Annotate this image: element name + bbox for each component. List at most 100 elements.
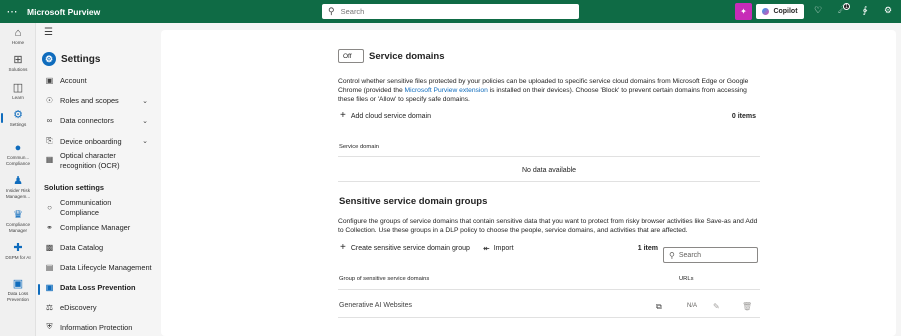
groups-search[interactable]: ⚲ Search	[663, 247, 758, 263]
app-launcher-icon[interactable]: ⋯	[0, 0, 24, 23]
main-area: Off Service domains Control whether sens…	[161, 23, 901, 336]
search-input[interactable]	[340, 7, 561, 16]
nav-item-info-protection[interactable]: ⛨ Information Protection	[44, 322, 158, 332]
column-header-service-domain[interactable]: Service domain	[339, 144, 379, 150]
bell-icon[interactable]: ♡	[812, 5, 824, 16]
learn-icon: ◫	[12, 82, 24, 94]
global-search[interactable]: ⚲	[322, 4, 579, 19]
groups-count: 1 item	[637, 245, 658, 252]
chevron-down-icon[interactable]: ⌄	[142, 137, 148, 145]
nav-item-device-onboarding[interactable]: ⎘ Device onboarding ⌄	[44, 136, 158, 146]
settings-gear-icon: ⚙	[42, 52, 56, 66]
rail-label: Insider Risk Managem...	[5, 188, 31, 199]
rail-label: DSPM for AI	[5, 255, 31, 260]
rail-label: Commun... Compliance	[5, 155, 31, 166]
nav-item-label: Roles and scopes	[60, 96, 119, 105]
divider	[338, 289, 760, 290]
roles-icon: ☉	[45, 96, 54, 105]
notification-badge: 1	[843, 3, 850, 10]
hamburger-icon[interactable]: ☰	[44, 27, 53, 38]
connectors-icon: ∞	[46, 116, 53, 125]
import-icon: ↞	[483, 244, 490, 253]
compliance-manager-icon: ⚭	[46, 223, 53, 232]
device-icon: ⎘	[46, 136, 53, 145]
ocr-icon: ▦	[45, 155, 54, 164]
solutions-icon: ⊞	[13, 54, 23, 66]
add-cloud-domain-button[interactable]: + Add cloud service domain	[340, 110, 431, 121]
purview-extension-link[interactable]: Microsoft Purview extension	[405, 87, 488, 94]
info-protection-icon: ⛨	[46, 322, 53, 331]
import-label: Import	[493, 245, 514, 252]
rail-item-compliance-manager[interactable]: ♛ Compliance Manager	[0, 209, 36, 233]
rail-item-insider-risk[interactable]: ♟ Insider Risk Managem...	[0, 175, 36, 199]
edit-icon[interactable]: ✎	[713, 302, 720, 311]
service-domains-toggle[interactable]: Off	[338, 49, 364, 63]
home-icon: ⌂	[14, 27, 22, 39]
nav-title-text: Settings	[61, 53, 101, 65]
rail-item-home[interactable]: ⌂ Home	[0, 27, 36, 46]
rail-item-dspm[interactable]: ✚ DSPM for AI	[0, 242, 36, 261]
groups-title: Sensitive service domain groups	[339, 196, 488, 207]
nav-item-label: Optical character recognition (OCR)	[60, 151, 120, 170]
nav-item-data-catalog[interactable]: ▩ Data Catalog	[44, 243, 158, 252]
nav-item-label: Account	[60, 76, 87, 85]
nav-item-label: Information Protection	[60, 322, 133, 332]
rail-item-solutions[interactable]: ⊞ Solutions	[0, 54, 36, 73]
copilot-button[interactable]: Copilot	[756, 4, 804, 19]
chevron-down-icon[interactable]: ⌄	[142, 97, 148, 105]
left-rail: ⌂ Home ⊞ Solutions ◫ Learn ⚙ Settings ● …	[0, 23, 36, 336]
nav-item-label: Data connectors	[60, 116, 114, 125]
share-icon[interactable]: ∲	[859, 5, 871, 16]
gear-icon[interactable]: ⚙	[882, 5, 894, 16]
groups-description: Configure the groups of service domains …	[338, 218, 758, 235]
nav-item-label: Data Catalog	[60, 243, 104, 252]
dspm-icon: ✚	[13, 242, 23, 254]
group-name[interactable]: Generative AI Websites	[339, 302, 412, 309]
nav-item-label: eDiscovery	[60, 303, 97, 312]
column-header-group[interactable]: Group of sensitive service domains	[339, 276, 429, 282]
search-icon: ⚲	[669, 250, 675, 260]
chevron-down-icon[interactable]: ⌄	[142, 117, 148, 125]
divider	[338, 317, 760, 318]
create-group-label: Create sensitive service domain group	[350, 244, 470, 252]
divider	[338, 181, 760, 182]
nav-item-compliance-manager[interactable]: ⚭ Compliance Manager	[44, 223, 158, 232]
nav-item-dlp[interactable]: ▣ Data Loss Prevention	[38, 283, 158, 295]
open-external-icon[interactable]: ⧉	[656, 302, 662, 312]
delete-icon[interactable]: 🗑	[742, 302, 752, 311]
plus-icon: +	[340, 242, 346, 253]
copilot-app-icon[interactable]: ✦	[735, 3, 752, 20]
rail-item-learn[interactable]: ◫ Learn	[0, 82, 36, 101]
nav-item-connectors[interactable]: ∞ Data connectors ⌄	[44, 116, 158, 125]
rail-label: Solutions	[8, 67, 28, 72]
rail-item-settings[interactable]: ⚙ Settings	[0, 109, 36, 128]
create-group-button[interactable]: + Create sensitive service domain group	[340, 242, 470, 253]
rail-item-communication-compliance[interactable]: ● Commun... Compliance	[0, 142, 36, 166]
content-card: Off Service domains Control whether sens…	[161, 30, 896, 336]
import-button[interactable]: ↞ Import	[483, 244, 514, 253]
column-header-urls[interactable]: URLs	[679, 276, 694, 282]
settings-nav: ☰ ⚙ Settings ▣ Account ☉ Roles and scope…	[36, 23, 161, 336]
dlp-icon: ▣	[12, 278, 24, 290]
nav-item-communication-compliance[interactable]: ○ Communication Compliance	[44, 198, 158, 218]
nav-item-ocr[interactable]: ▦ Optical character recognition (OCR)	[44, 151, 158, 171]
compliance-manager-icon: ♛	[13, 209, 23, 221]
groups-search-placeholder[interactable]: Search	[679, 252, 701, 259]
service-domains-description: Control whether sensitive files protecte…	[338, 77, 760, 105]
nav-item-ediscovery[interactable]: ⚖ eDiscovery	[44, 303, 158, 312]
lifecycle-icon: ▤	[45, 263, 54, 272]
nav-item-roles[interactable]: ☉ Roles and scopes ⌄	[44, 96, 158, 105]
search-icon: ⚲	[328, 6, 335, 16]
rail-label: Data Loss Prevention	[7, 291, 29, 302]
rail-label: Settings	[9, 122, 27, 127]
nav-item-label: Communication Compliance	[60, 198, 112, 217]
nav-title: ⚙ Settings	[42, 52, 100, 66]
nav-item-lifecycle[interactable]: ▤ Data Lifecycle Management	[44, 263, 158, 272]
nav-item-label: Data Loss Prevention	[60, 283, 136, 292]
rail-item-dlp[interactable]: ▣ Data Loss Prevention	[0, 278, 36, 302]
plus-icon: +	[340, 110, 346, 121]
insider-risk-icon: ♟	[13, 175, 23, 187]
nav-item-account[interactable]: ▣ Account	[44, 76, 158, 85]
urls-value: N/A	[687, 303, 698, 309]
app-name[interactable]: Microsoft Purview	[27, 7, 100, 17]
